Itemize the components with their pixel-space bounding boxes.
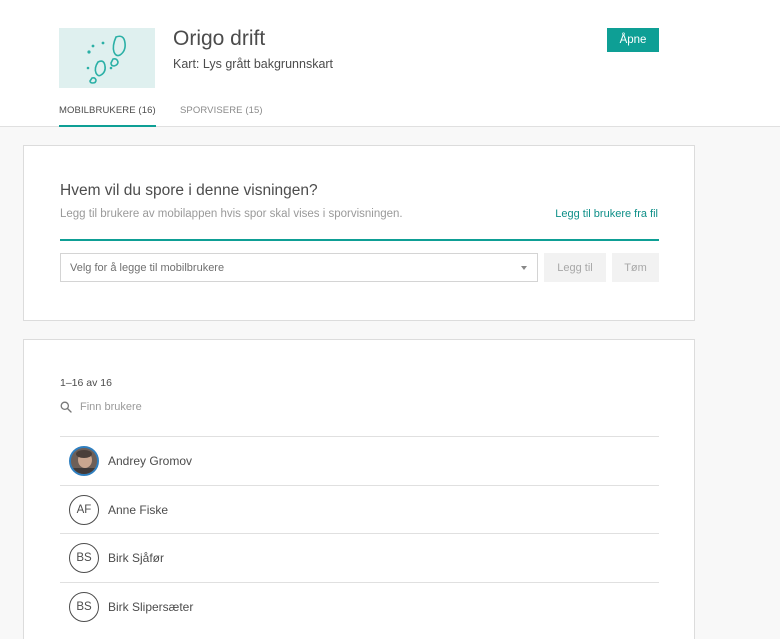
panel-heading: Hvem vil du spore i denne visningen? — [60, 182, 318, 199]
select-placeholder: Velg for å legge til mobilbrukere — [70, 262, 225, 274]
add-users-panel: Hvem vil du spore i denne visningen? Leg… — [23, 145, 695, 321]
avatar: BS — [69, 543, 99, 574]
add-from-file-link[interactable]: Legg til brukere fra fil — [555, 208, 658, 220]
result-count: 1–16 av 16 — [60, 377, 112, 389]
divider — [60, 239, 659, 241]
mobile-user-select[interactable]: Velg for å legge til mobilbrukere — [60, 253, 538, 282]
item-header: Origo drift Kart: Lys grått bakgrunnskar… — [0, 0, 780, 127]
user-list-panel: 1–16 av 16 Andrey Gromov AF Anne Fiske B… — [23, 339, 695, 639]
search-users-input[interactable] — [80, 398, 280, 416]
basemap-label: Kart: Lys grått bakgrunnskart — [173, 57, 334, 71]
item-thumbnail — [59, 28, 155, 88]
open-button[interactable]: Åpne — [607, 28, 659, 52]
list-item[interactable]: BS Birk Slipersæter — [60, 582, 659, 631]
panel-description: Legg til brukere av mobilappen hvis spor… — [60, 208, 403, 220]
list-item[interactable]: AF Anne Fiske — [60, 484, 659, 534]
avatar: AF — [69, 494, 99, 525]
user-list: Andrey Gromov AF Anne Fiske BS Birk Sjåf… — [60, 436, 659, 631]
user-name: Birk Sjåfør — [108, 551, 165, 566]
tab-track-viewers[interactable]: SPORVISERE (15) — [180, 105, 263, 125]
page-title: Origo drift — [173, 27, 266, 50]
tab-mobile-users[interactable]: MOBILBRUKERE (16) — [59, 105, 156, 127]
footprints-icon — [86, 35, 126, 84]
search-icon — [60, 401, 72, 413]
list-item[interactable]: Andrey Gromov — [60, 436, 659, 485]
user-name: Birk Slipersæter — [108, 599, 194, 614]
clear-button[interactable]: Tøm — [612, 253, 659, 282]
avatar: BS — [69, 591, 99, 622]
user-name: Anne Fiske — [108, 502, 169, 517]
list-item[interactable]: BS Birk Sjåfør — [60, 533, 659, 582]
add-button[interactable]: Legg til — [544, 253, 606, 282]
user-name: Andrey Gromov — [108, 453, 193, 468]
chevron-down-icon — [521, 266, 527, 270]
avatar — [69, 445, 99, 476]
